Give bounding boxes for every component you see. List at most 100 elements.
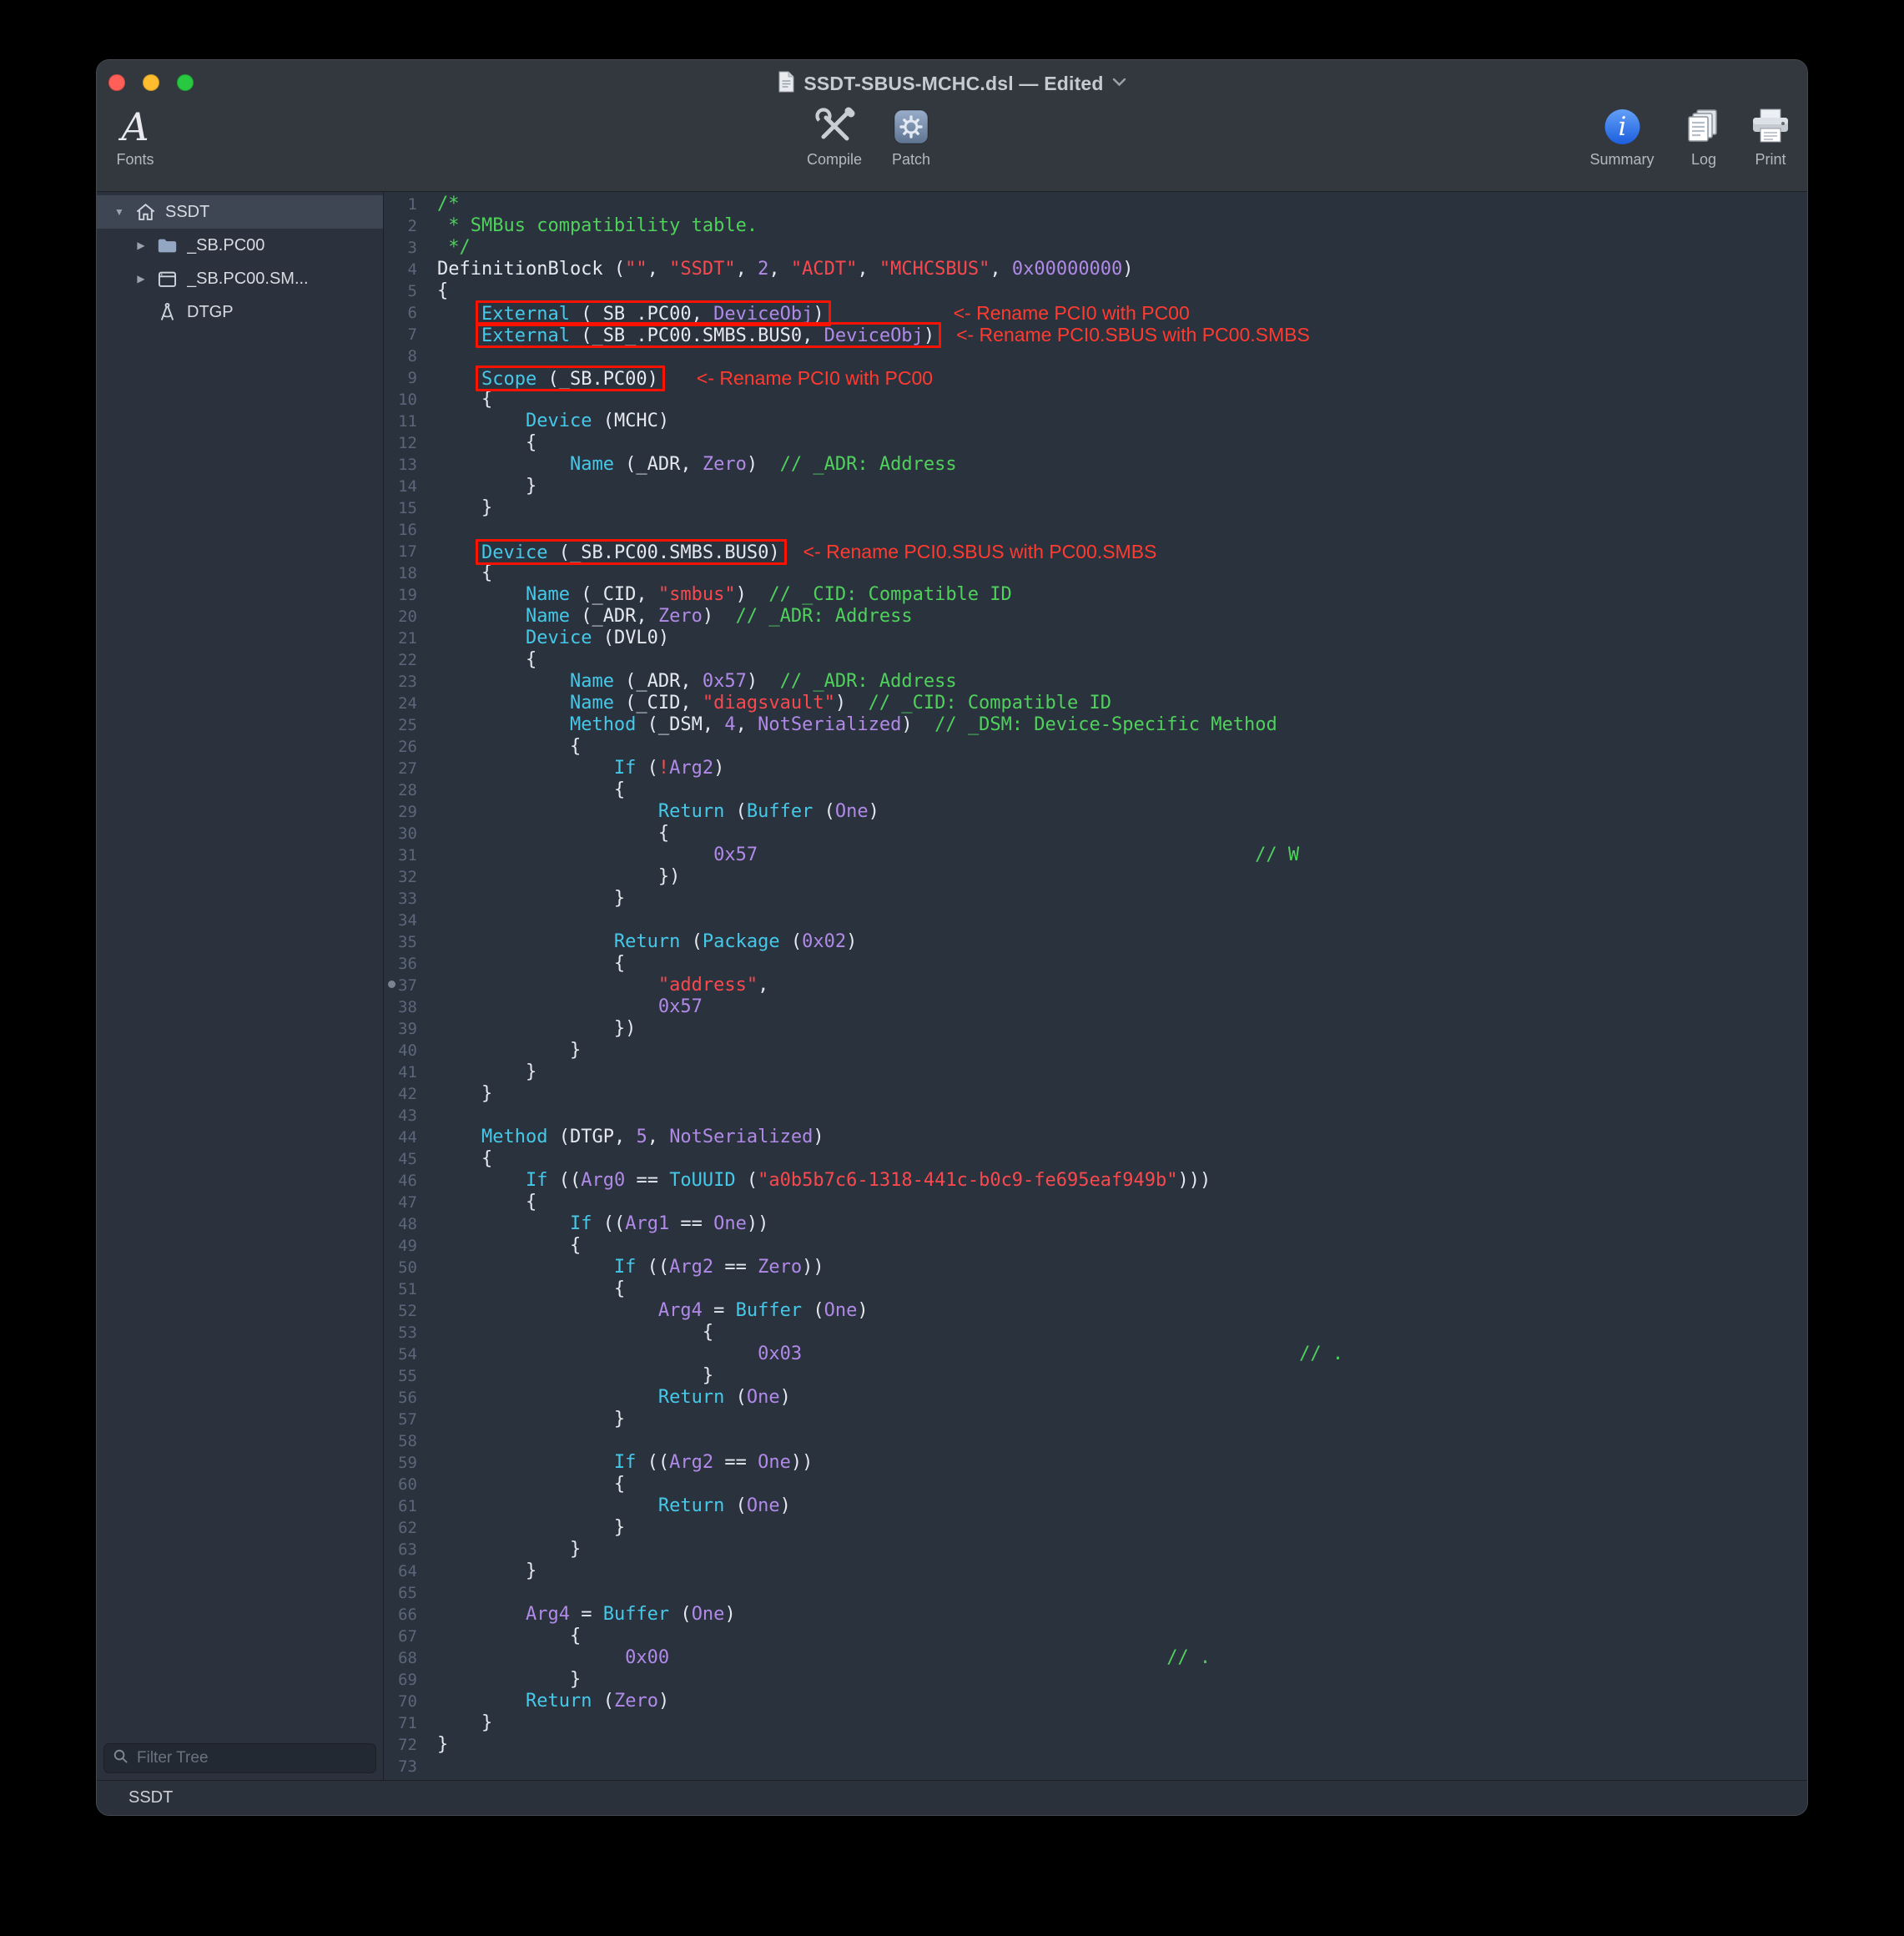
line-number: 67 xyxy=(384,1626,427,1647)
line-number: 63 xyxy=(384,1539,427,1560)
summary-label: Summary xyxy=(1589,151,1654,169)
chevron-down-icon[interactable] xyxy=(1112,76,1126,91)
code-line: 71 } xyxy=(384,1712,1807,1734)
code-line: 26 { xyxy=(384,736,1807,758)
code-text: } xyxy=(427,1734,448,1756)
line-number: 71 xyxy=(384,1712,427,1734)
code-line: 49 { xyxy=(384,1235,1807,1257)
code-line: 73 xyxy=(384,1756,1807,1777)
code-line: 65 xyxy=(384,1582,1807,1604)
code-text: If ((Arg2 == One)) xyxy=(427,1452,813,1474)
line-number: 59 xyxy=(384,1452,427,1474)
code-line: 25 Method (_DSM, 4, NotSerialized) // _D… xyxy=(384,714,1807,736)
code-line: 15 } xyxy=(384,497,1807,519)
sidebar-item-ssdt[interactable]: ▼ SSDT xyxy=(97,195,383,229)
code-text: } xyxy=(427,1712,492,1734)
rename-highlight-box: Device (_SB.PC00.SMBS.BUS0) xyxy=(481,542,780,563)
code-line: 46 If ((Arg0 == ToUUID ("a0b5b7c6-1318-4… xyxy=(384,1170,1807,1192)
log-icon xyxy=(1684,103,1724,150)
log-button[interactable]: Log xyxy=(1684,103,1724,169)
print-button[interactable]: Print xyxy=(1750,103,1791,169)
code-line: 43 xyxy=(384,1105,1807,1127)
fonts-label: Fonts xyxy=(116,151,154,169)
code-line: 10 { xyxy=(384,389,1807,411)
line-number: 57 xyxy=(384,1409,427,1430)
code-line: 13 Name (_ADR, Zero) // _ADR: Address xyxy=(384,454,1807,476)
line-number: 40 xyxy=(384,1040,427,1061)
line-number: 58 xyxy=(384,1430,427,1452)
log-label: Log xyxy=(1684,151,1724,169)
patch-label: Patch xyxy=(892,151,930,169)
code-text xyxy=(427,1756,437,1777)
fonts-button[interactable]: A Fonts xyxy=(116,103,154,169)
line-number: 23 xyxy=(384,671,427,693)
line-number: 5 xyxy=(384,280,427,302)
line-number: 56 xyxy=(384,1387,427,1409)
sidebar-item-sb-pc00[interactable]: ▶_SB.PC00 xyxy=(97,229,383,262)
sidebar: ▼ SSDT ▶_SB.PC00▶_SB.PC00.SM...DTGP xyxy=(97,192,384,1780)
line-number: 42 xyxy=(384,1083,427,1105)
code-line: 18 { xyxy=(384,562,1807,584)
code-text: If ((Arg2 == Zero)) xyxy=(427,1257,824,1278)
code-line: 34 xyxy=(384,910,1807,931)
code-line: 8 xyxy=(384,345,1807,367)
code-text: } xyxy=(427,888,625,910)
code-text xyxy=(427,1582,437,1604)
code-text: Return (Zero) xyxy=(427,1691,669,1712)
code-line: 11 Device (MCHC) xyxy=(384,411,1807,432)
code-line: 59 If ((Arg2 == One)) xyxy=(384,1452,1807,1474)
line-number: 21 xyxy=(384,628,427,649)
line-number: 66 xyxy=(384,1604,427,1626)
summary-button[interactable]: i Summary xyxy=(1589,103,1654,169)
line-number: 13 xyxy=(384,454,427,476)
patch-icon xyxy=(892,103,930,150)
code-text: 0x57 // W xyxy=(427,844,1299,866)
code-text: { xyxy=(427,1474,625,1495)
status-bar: SSDT xyxy=(97,1780,1807,1815)
code-line: 6 External (_SB_.PC00, DeviceObj)<- Rena… xyxy=(384,302,1807,324)
compile-button[interactable]: Compile xyxy=(807,103,862,169)
code-editor[interactable]: 1/*2 * SMBus compatibility table.3 */4De… xyxy=(384,192,1807,1780)
code-text: Name (_CID, "diagsvault") // _CID: Compa… xyxy=(427,693,1111,714)
disclosure-right-icon[interactable]: ▶ xyxy=(130,239,152,251)
sidebar-item-dtgp[interactable]: DTGP xyxy=(97,295,383,329)
line-number: 25 xyxy=(384,714,427,736)
line-number: 36 xyxy=(384,953,427,975)
code-line: 72} xyxy=(384,1734,1807,1756)
code-line: 9 Scope (_SB.PC00)<- Rename PCI0 with PC… xyxy=(384,367,1807,389)
print-label: Print xyxy=(1750,151,1791,169)
code-text: Return (One) xyxy=(427,1387,791,1409)
code-line: 22 { xyxy=(384,649,1807,671)
line-number: 20 xyxy=(384,606,427,628)
disclosure-right-icon[interactable]: ▶ xyxy=(130,273,152,285)
titlebar: SSDT-SBUS-MCHC.dsl — Edited xyxy=(97,60,1807,107)
sidebar-item-sb-pc00-sm[interactable]: ▶_SB.PC00.SM... xyxy=(97,262,383,295)
code-line: 4DefinitionBlock ("", "SSDT", 2, "ACDT",… xyxy=(384,259,1807,280)
code-text: External (_SB_.PC00, DeviceObj)<- Rename… xyxy=(427,302,1190,324)
code-text: If ((Arg1 == One)) xyxy=(427,1213,768,1235)
app-window: SSDT-SBUS-MCHC.dsl — Edited A Fonts Comp… xyxy=(96,59,1808,1816)
code-text: } xyxy=(427,1083,492,1105)
filter-input[interactable] xyxy=(135,1748,367,1768)
line-number: 35 xyxy=(384,931,427,953)
code-text: { xyxy=(427,1235,581,1257)
filter-field[interactable] xyxy=(103,1743,376,1773)
disclosure-down-icon[interactable]: ▼ xyxy=(108,206,130,218)
line-number: 2 xyxy=(384,215,427,237)
code-text: { xyxy=(427,389,492,411)
compass-icon xyxy=(152,301,182,324)
line-number: 38 xyxy=(384,996,427,1018)
line-number: 6 xyxy=(384,302,427,324)
sidebar-item-label: SSDT xyxy=(165,203,209,222)
line-number: 30 xyxy=(384,823,427,844)
line-number: 27 xyxy=(384,758,427,779)
code-text: } xyxy=(427,1061,536,1083)
code-text: Return (One) xyxy=(427,1495,791,1517)
line-number: 18 xyxy=(384,562,427,584)
document-proxy-icon[interactable] xyxy=(778,71,795,97)
code-text: DefinitionBlock ("", "SSDT", 2, "ACDT", … xyxy=(427,259,1134,280)
code-text: } xyxy=(427,1040,581,1061)
patch-button[interactable]: Patch xyxy=(892,103,930,169)
code-text: { xyxy=(427,1148,492,1170)
code-line: 53 { xyxy=(384,1322,1807,1344)
